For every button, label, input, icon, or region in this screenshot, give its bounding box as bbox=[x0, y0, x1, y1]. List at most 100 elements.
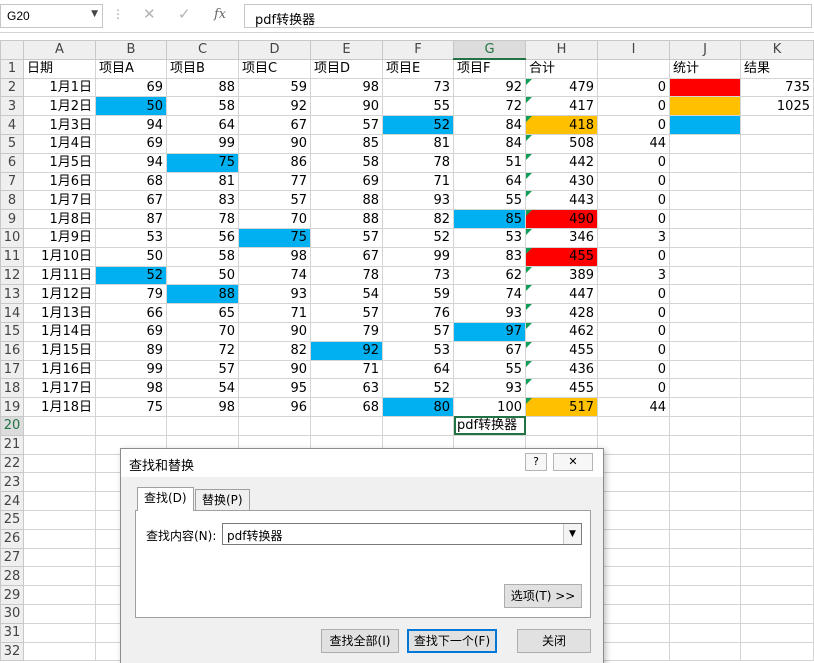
column-header-g[interactable]: G bbox=[453, 40, 526, 61]
cell[interactable] bbox=[740, 622, 814, 643]
value-cell[interactable]: 62 bbox=[453, 265, 526, 286]
value-cell[interactable]: 71 bbox=[310, 359, 383, 380]
value-cell[interactable]: 80 bbox=[382, 397, 454, 417]
result-cell[interactable] bbox=[740, 133, 814, 154]
value-cell[interactable]: 89 bbox=[95, 340, 167, 361]
header-cell[interactable]: 统计 bbox=[669, 58, 741, 79]
value-cell[interactable]: 59 bbox=[238, 77, 311, 98]
value-cell[interactable]: 94 bbox=[95, 115, 167, 135]
value-cell[interactable]: 63 bbox=[310, 378, 383, 399]
value-cell[interactable]: 99 bbox=[382, 246, 454, 267]
value-cell[interactable]: 71 bbox=[238, 303, 311, 323]
count-cell[interactable]: 0 bbox=[597, 171, 670, 192]
value-cell[interactable]: 88 bbox=[166, 77, 239, 98]
value-cell[interactable]: 86 bbox=[238, 152, 311, 173]
count-cell[interactable]: 0 bbox=[597, 303, 670, 323]
stat-color-cell[interactable] bbox=[669, 171, 741, 192]
row-header[interactable]: 25 bbox=[0, 509, 24, 530]
cell[interactable] bbox=[23, 434, 96, 455]
stat-color-cell[interactable] bbox=[669, 77, 741, 98]
stat-color-cell[interactable] bbox=[669, 246, 741, 267]
cell[interactable] bbox=[597, 547, 670, 568]
sum-cell[interactable]: 428 bbox=[525, 303, 598, 323]
value-cell[interactable]: 73 bbox=[382, 77, 454, 98]
cell[interactable] bbox=[669, 585, 741, 605]
row-header[interactable]: 19 bbox=[0, 397, 24, 417]
header-cell[interactable]: 项目E bbox=[382, 58, 454, 79]
value-cell[interactable]: 88 bbox=[166, 284, 239, 305]
value-cell[interactable]: 64 bbox=[166, 115, 239, 135]
value-cell[interactable]: 81 bbox=[382, 133, 454, 154]
stat-color-cell[interactable] bbox=[669, 265, 741, 286]
value-cell[interactable]: 88 bbox=[310, 190, 383, 211]
value-cell[interactable]: 90 bbox=[238, 133, 311, 154]
result-cell[interactable] bbox=[740, 378, 814, 399]
column-header-c[interactable]: C bbox=[166, 40, 239, 60]
name-box[interactable]: G20 ▼ bbox=[0, 4, 103, 28]
value-cell[interactable]: 56 bbox=[166, 227, 239, 248]
value-cell[interactable]: 93 bbox=[382, 190, 454, 211]
cell[interactable] bbox=[740, 415, 814, 436]
cell[interactable] bbox=[597, 622, 670, 643]
result-cell[interactable] bbox=[740, 152, 814, 173]
stat-color-cell[interactable] bbox=[669, 152, 741, 173]
column-header-i[interactable]: I bbox=[597, 40, 670, 60]
row-header[interactable]: 17 bbox=[0, 359, 24, 380]
count-cell[interactable]: 0 bbox=[597, 77, 670, 98]
sum-cell[interactable]: 443 bbox=[525, 190, 598, 211]
result-cell[interactable] bbox=[740, 284, 814, 305]
column-header-h[interactable]: H bbox=[525, 40, 598, 60]
cell[interactable] bbox=[597, 472, 670, 493]
row-header[interactable]: 10 bbox=[0, 227, 24, 248]
value-cell[interactable]: 87 bbox=[95, 209, 167, 229]
value-cell[interactable]: 70 bbox=[238, 209, 311, 229]
value-cell[interactable]: 92 bbox=[238, 96, 311, 117]
value-cell[interactable]: 69 bbox=[310, 171, 383, 192]
cell[interactable] bbox=[310, 415, 383, 436]
date-cell[interactable]: 1月11日 bbox=[23, 265, 96, 286]
value-cell[interactable]: 93 bbox=[453, 303, 526, 323]
row-header[interactable]: 5 bbox=[0, 133, 24, 154]
row-header[interactable]: 2 bbox=[0, 77, 24, 98]
cell[interactable] bbox=[740, 566, 814, 587]
value-cell[interactable]: 84 bbox=[453, 133, 526, 154]
value-cell[interactable]: 93 bbox=[453, 378, 526, 399]
value-cell[interactable]: 98 bbox=[238, 246, 311, 267]
cell[interactable] bbox=[669, 415, 741, 436]
value-cell[interactable]: 72 bbox=[166, 340, 239, 361]
value-cell[interactable]: 93 bbox=[238, 284, 311, 305]
value-cell[interactable]: 72 bbox=[453, 96, 526, 117]
row-header[interactable]: 29 bbox=[0, 585, 24, 605]
date-cell[interactable]: 1月4日 bbox=[23, 133, 96, 154]
sum-cell[interactable]: 455 bbox=[525, 246, 598, 267]
value-cell[interactable]: 98 bbox=[166, 397, 239, 417]
cell[interactable] bbox=[23, 566, 96, 587]
value-cell[interactable]: 96 bbox=[238, 397, 311, 417]
value-cell[interactable]: 92 bbox=[310, 340, 383, 361]
row-header[interactable]: 30 bbox=[0, 603, 24, 624]
value-cell[interactable]: 58 bbox=[166, 96, 239, 117]
value-cell[interactable]: 73 bbox=[382, 265, 454, 286]
header-cell[interactable]: 项目B bbox=[166, 58, 239, 79]
value-cell[interactable]: 79 bbox=[310, 321, 383, 342]
count-cell[interactable]: 0 bbox=[597, 359, 670, 380]
cell[interactable] bbox=[740, 528, 814, 549]
value-cell[interactable]: 79 bbox=[95, 284, 167, 305]
cell[interactable] bbox=[23, 585, 96, 605]
row-header[interactable]: 6 bbox=[0, 152, 24, 173]
cell[interactable] bbox=[597, 641, 670, 662]
sum-cell[interactable]: 417 bbox=[525, 96, 598, 117]
date-cell[interactable]: 1月14日 bbox=[23, 321, 96, 342]
date-cell[interactable]: 1月8日 bbox=[23, 209, 96, 229]
stat-color-cell[interactable] bbox=[669, 190, 741, 211]
value-cell[interactable]: 67 bbox=[453, 340, 526, 361]
value-cell[interactable]: 66 bbox=[95, 303, 167, 323]
sum-cell[interactable]: 517 bbox=[525, 397, 598, 417]
sum-cell[interactable]: 490 bbox=[525, 209, 598, 229]
sum-cell[interactable]: 462 bbox=[525, 321, 598, 342]
value-cell[interactable]: 67 bbox=[95, 190, 167, 211]
column-header-e[interactable]: E bbox=[310, 40, 383, 60]
stat-color-cell[interactable] bbox=[669, 359, 741, 380]
value-cell[interactable]: 74 bbox=[238, 265, 311, 286]
find-next-button[interactable]: 查找下一个(F) bbox=[407, 629, 497, 653]
